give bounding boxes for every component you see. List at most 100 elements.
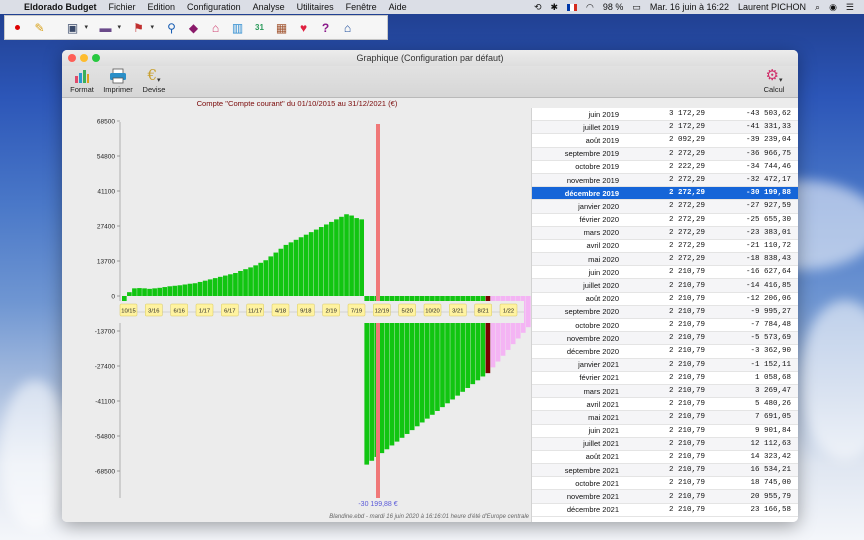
history-bar[interactable]	[187, 283, 193, 296]
heart-icon[interactable]: ♥	[294, 18, 313, 37]
table-row[interactable]: janvier 2020 2 272,29 -27 927,59	[532, 200, 798, 214]
menu-fichier[interactable]: Fichier	[109, 2, 136, 12]
table-row[interactable]: novembre 2019 2 272,29 -32 472,17	[532, 173, 798, 188]
battery-label[interactable]: 98 %	[603, 2, 624, 12]
house-icon[interactable]: ⌂	[206, 18, 225, 37]
history-bar[interactable]	[339, 216, 344, 296]
app-menu[interactable]: Eldorado Budget	[24, 2, 97, 12]
history-bar[interactable]	[137, 288, 142, 296]
question-icon[interactable]: ?	[316, 18, 335, 37]
history-bar[interactable]	[182, 284, 188, 297]
history-bar[interactable]	[172, 285, 178, 296]
zoom-button[interactable]	[92, 54, 100, 62]
table-row[interactable]: juin 2019 3 172,29 -43 503,62	[532, 108, 798, 122]
history-bar[interactable]	[334, 219, 339, 296]
table-row[interactable]: juin 2021 2 210,79 9 901,84	[532, 425, 798, 438]
table-row[interactable]: septembre 2019 2 272,29 -36 966,75	[532, 147, 798, 161]
red-dot-icon[interactable]	[8, 18, 27, 37]
table-row[interactable]: mai 2021 2 210,79 7 691,05	[532, 411, 798, 425]
history-bar[interactable]	[283, 244, 289, 296]
table-row[interactable]: août 2020 2 210,79 -12 206,06	[532, 293, 798, 306]
history-bar[interactable]	[354, 218, 359, 296]
history-bar[interactable]	[228, 274, 233, 296]
history-bar[interactable]	[273, 252, 279, 296]
history-bar[interactable]	[324, 224, 329, 296]
search-icon[interactable]: ⌕	[815, 2, 820, 13]
history-bar[interactable]	[217, 276, 223, 296]
currency-button[interactable]: € ▾ Devise	[138, 66, 170, 94]
table-row[interactable]: août 2019 2 092,29 -39 239,04	[532, 134, 798, 148]
menu-edition[interactable]: Edition	[148, 2, 176, 12]
pencil-icon[interactable]: ✎	[30, 18, 49, 37]
folder-icon[interactable]: ▬	[96, 18, 122, 37]
history-bar[interactable]	[248, 267, 253, 296]
menu-aide[interactable]: Aide	[389, 2, 407, 12]
bar-chart-icon[interactable]: ▥	[228, 18, 247, 37]
table-row[interactable]: février 2020 2 272,29 -25 655,30	[532, 214, 798, 227]
menu-utilitaires[interactable]: Utilitaires	[297, 2, 334, 12]
history-bar[interactable]	[142, 288, 147, 296]
history-bar[interactable]	[526, 296, 531, 328]
history-bar[interactable]	[238, 270, 243, 296]
french-flag-icon[interactable]	[567, 3, 578, 11]
table-row[interactable]: juillet 2021 2 210,79 12 112,63	[532, 437, 798, 451]
format-button[interactable]: Format	[66, 66, 98, 94]
table-row[interactable]: janvier 2021 2 210,79 -1 152,11	[532, 358, 798, 372]
close-button[interactable]	[68, 54, 76, 62]
bluetooth-icon[interactable]: ✱	[550, 2, 558, 13]
location-pin-icon[interactable]: ⚲	[162, 18, 181, 37]
history-bar[interactable]	[223, 275, 228, 296]
table-row[interactable]: mai 2020 2 272,29 -18 838,43	[532, 253, 798, 267]
table-row[interactable]: mars 2020 2 272,29 -23 383,01	[532, 226, 798, 240]
history-bar[interactable]	[278, 248, 284, 296]
table-row[interactable]: mars 2021 2 210,79 3 269,47	[532, 384, 798, 399]
menu-configuration[interactable]: Configuration	[187, 2, 241, 12]
table-row[interactable]: août 2021 2 210,79 14 323,42	[532, 451, 798, 465]
camera-icon[interactable]: ▣	[63, 18, 88, 37]
user-name[interactable]: Laurent PICHON	[738, 2, 806, 12]
grid-icon[interactable]: ▦	[272, 18, 291, 37]
history-bar[interactable]	[303, 234, 309, 296]
control-center-icon[interactable]: ☰	[846, 2, 854, 13]
table-row[interactable]: avril 2021 2 210,79 5 480,26	[532, 398, 798, 412]
history-bar[interactable]	[202, 280, 208, 296]
user-avatar-icon[interactable]: ◉	[829, 2, 837, 13]
history-bar[interactable]	[132, 288, 137, 296]
calcul-button[interactable]: ⚙ ▾ Calcul	[758, 66, 790, 94]
balance-chart[interactable]: Compte "Compte courant" du 01/10/2015 au…	[62, 98, 612, 522]
menu-analyse[interactable]: Analyse	[253, 2, 285, 12]
table-row[interactable]: novembre 2021 2 210,79 20 955,79	[532, 490, 798, 504]
table-row[interactable]: décembre 2021 2 210,79 23 166,58	[532, 504, 798, 517]
clock[interactable]: Mar. 16 juin à 16:22	[650, 2, 729, 12]
history-bar[interactable]	[152, 288, 157, 296]
history-bar[interactable]	[298, 237, 304, 296]
table-row[interactable]: juillet 2020 2 210,79 -14 416,85	[532, 279, 798, 293]
history-bar[interactable]	[288, 242, 294, 296]
table-row[interactable]: septembre 2020 2 210,79 -9 995,27	[532, 305, 798, 319]
history-bar[interactable]	[122, 296, 127, 302]
table-row[interactable]: octobre 2020 2 210,79 -7 784,48	[532, 319, 798, 333]
table-row[interactable]: octobre 2019 2 222,29 -34 744,46	[532, 161, 798, 174]
home-icon[interactable]: ⌂	[338, 18, 357, 37]
table-row[interactable]: octobre 2021 2 210,79 18 745,00	[532, 477, 798, 491]
history-bar[interactable]	[359, 219, 364, 296]
history-bar[interactable]	[258, 262, 263, 296]
history-bar[interactable]	[349, 215, 354, 296]
history-bar[interactable]	[268, 256, 274, 296]
flag-icon[interactable]: ⚑	[129, 18, 154, 37]
table-row[interactable]: avril 2020 2 272,29 -21 110,72	[532, 240, 798, 254]
time-machine-icon[interactable]: ⟲	[534, 2, 542, 13]
history-bar[interactable]	[167, 286, 173, 296]
history-bar[interactable]	[344, 214, 349, 296]
history-bar[interactable]	[127, 292, 132, 296]
menu-fenetre[interactable]: Fenêtre	[346, 2, 377, 12]
history-bar[interactable]	[197, 281, 203, 296]
table-row[interactable]: novembre 2020 2 210,79 -5 573,69	[532, 332, 798, 346]
battery-icon[interactable]: ▭	[632, 2, 641, 13]
calendar-icon[interactable]: 31	[250, 18, 269, 37]
minimize-button[interactable]	[80, 54, 88, 62]
history-bar[interactable]	[207, 279, 213, 296]
history-bar[interactable]	[253, 265, 258, 296]
history-bar[interactable]	[162, 287, 168, 296]
table-row[interactable]: février 2021 2 210,79 1 058,68	[532, 372, 798, 385]
